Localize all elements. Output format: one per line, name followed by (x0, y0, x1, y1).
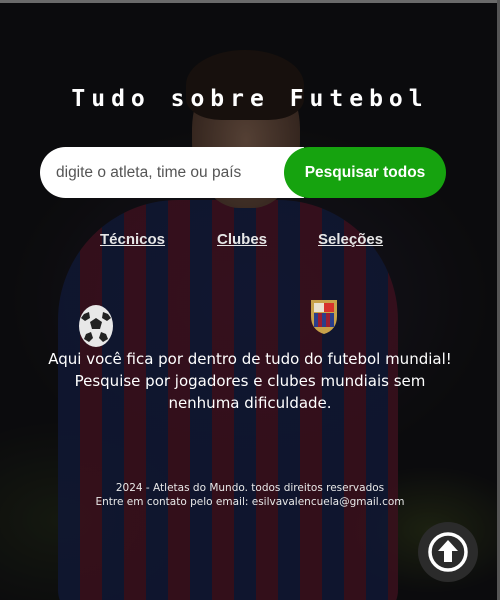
main-content: Tudo sobre Futebol Pesquisar todos Técni… (0, 0, 500, 600)
search-all-button[interactable]: Pesquisar todos (284, 147, 446, 198)
search-input[interactable] (40, 147, 304, 198)
footer-copyright: 2024 - Atletas do Mundo. todos direitos … (115, 482, 385, 494)
soccer-ball-icon (79, 305, 113, 347)
description-line-1: Aqui você fica por dentro de tudo do fut… (48, 350, 452, 368)
nav-link-clubs[interactable]: Clubes (217, 231, 267, 248)
search-bar: Pesquisar todos (40, 147, 446, 198)
club-crest-icon (311, 300, 337, 334)
description-line-2: Pesquise por jogadores e clubes mundiais… (74, 372, 426, 390)
site-description: Aqui você fica por dentro de tudo do fut… (30, 348, 470, 414)
arrow-up-icon (428, 532, 468, 572)
category-nav: Técnicos Clubes Seleções (0, 231, 500, 251)
description-line-3: nenhuma dificuldade. (168, 394, 332, 412)
scroll-to-top-button[interactable] (418, 522, 478, 582)
nav-link-national-teams[interactable]: Seleções (318, 231, 383, 248)
page-title: Tudo sobre Futebol (71, 86, 429, 112)
footer: 2024 - Atletas do Mundo. todos direitos … (70, 481, 430, 509)
nav-link-coaches[interactable]: Técnicos (100, 231, 165, 248)
footer-contact: Entre em contato pelo email: esilvavalen… (95, 496, 405, 508)
